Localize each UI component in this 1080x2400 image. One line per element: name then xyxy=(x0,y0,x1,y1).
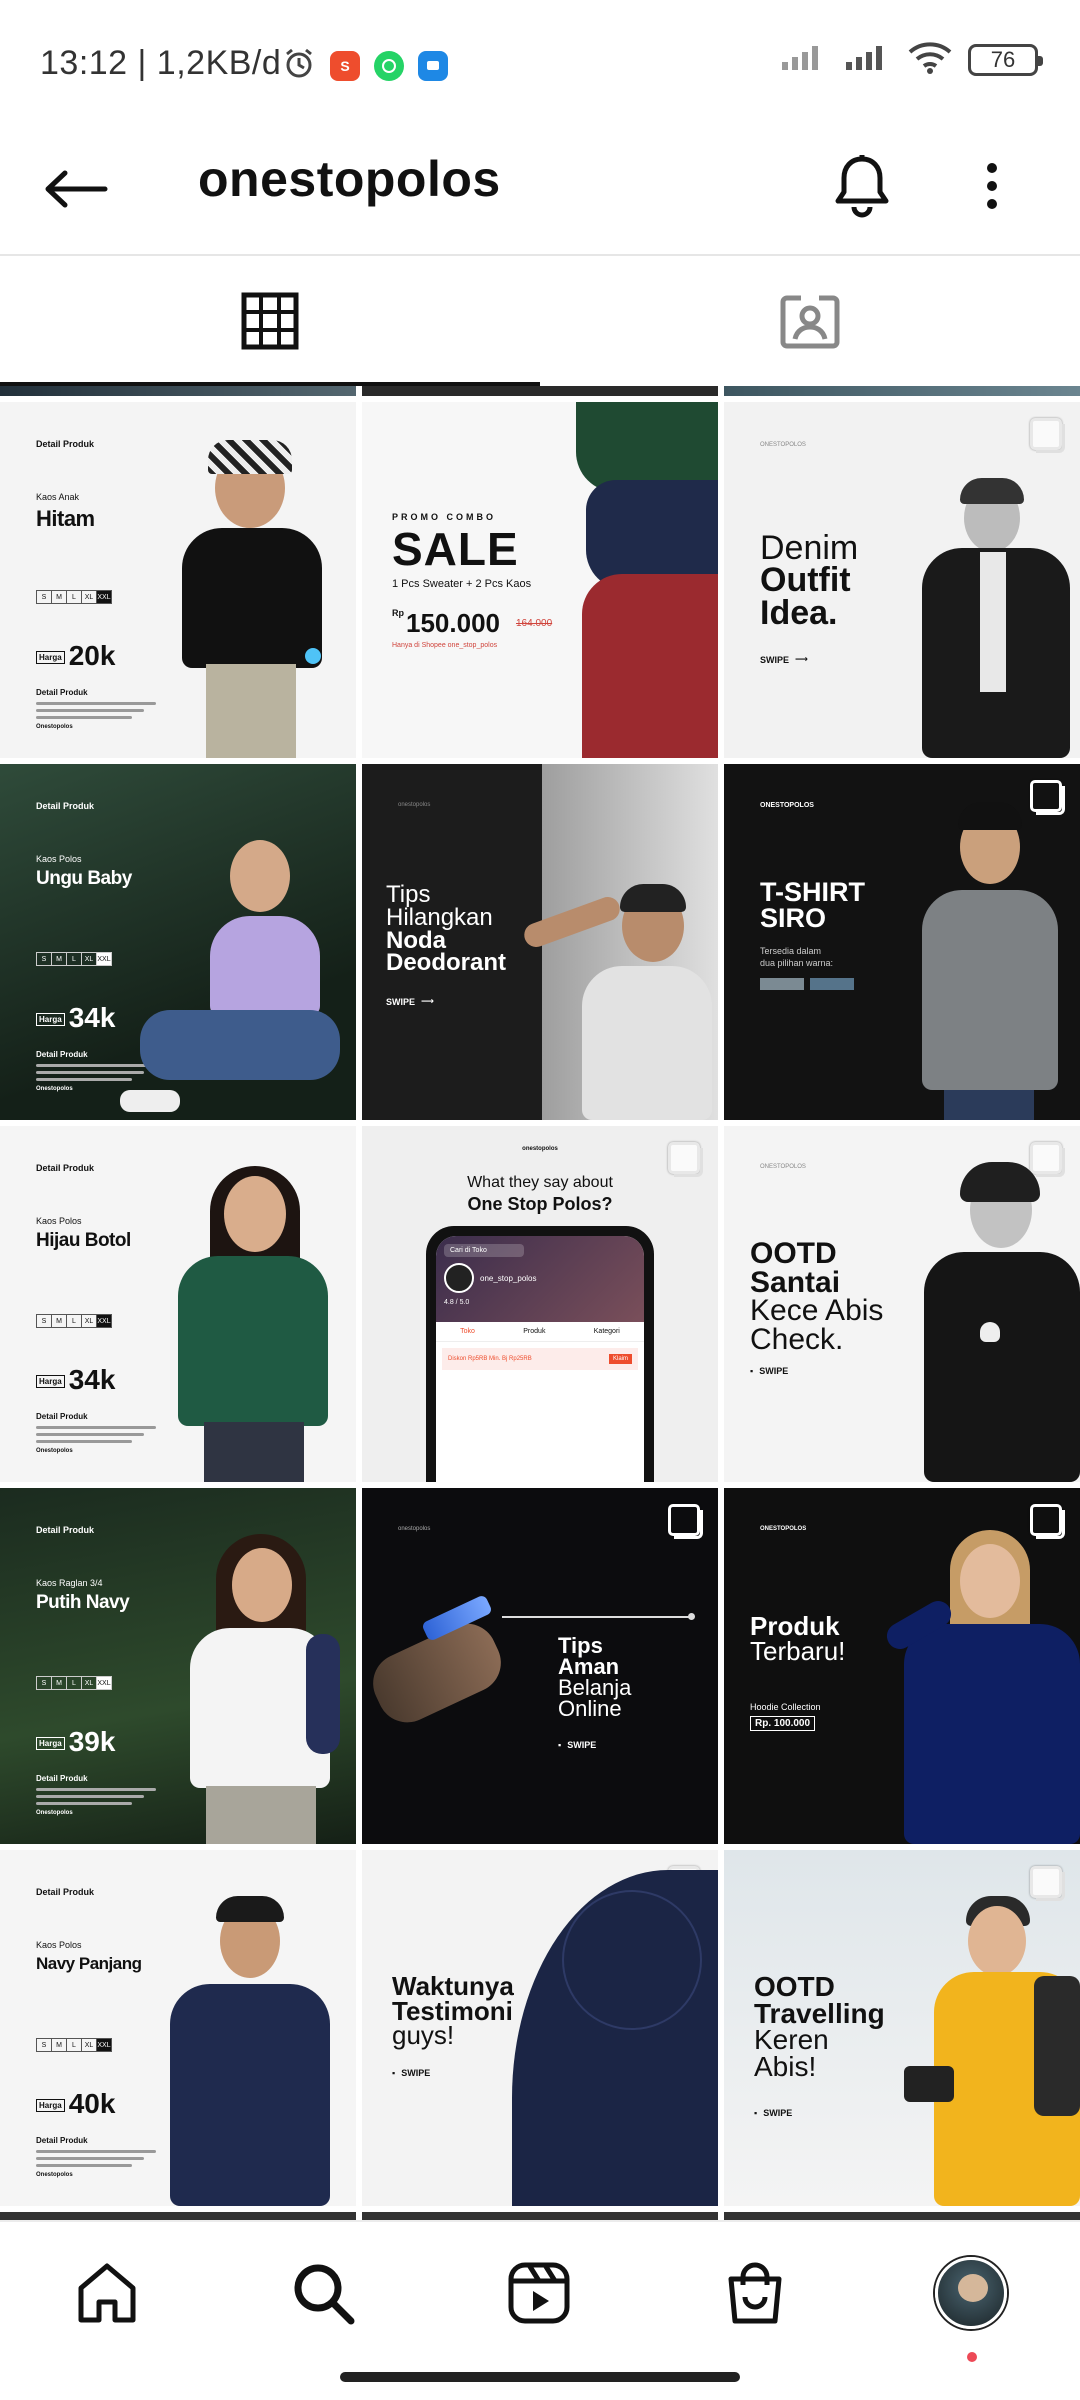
nav-search[interactable] xyxy=(278,2248,368,2338)
sweater-red xyxy=(582,574,718,758)
model-photo xyxy=(904,790,1074,1120)
sale-price: 150.000 xyxy=(406,608,500,638)
profile-tabs xyxy=(0,256,1080,386)
profile-username: onestopolos xyxy=(198,151,501,207)
reels-icon xyxy=(508,2262,570,2324)
post-ootd-travelling[interactable]: OOTD Travelling Keren Abis! ▪ SWIPE xyxy=(724,1850,1080,2206)
model-photo xyxy=(120,820,350,1120)
product-name: Hitam xyxy=(36,506,95,531)
model-photo xyxy=(904,1876,1080,2206)
shopee-icon: S xyxy=(330,50,360,81)
carousel-icon xyxy=(1030,418,1065,453)
nav-reels[interactable] xyxy=(494,2248,584,2338)
model-photo xyxy=(170,428,340,758)
home-indicator xyxy=(340,2372,740,2382)
signal-icon-2 xyxy=(844,42,892,77)
signal-icon xyxy=(780,42,828,77)
product-price: Harga 40k xyxy=(36,2088,115,2120)
color-swatch-blue xyxy=(810,978,854,990)
post-produk-terbaru[interactable]: ONESTOPOLOS Produk Terbaru! Hoodie Colle… xyxy=(724,1488,1080,1844)
alarm-icon xyxy=(282,46,316,85)
back-arrow-icon xyxy=(45,170,108,208)
whatsapp-icon xyxy=(374,50,404,81)
tab-grid[interactable] xyxy=(0,256,540,386)
notification-dot xyxy=(967,2352,977,2362)
profile-avatar xyxy=(935,2257,1007,2329)
status-time: 13:12 | 1,2KB/d xyxy=(40,44,282,82)
size-chart: S M L XL XXL xyxy=(36,952,112,966)
search-icon xyxy=(294,2264,355,2325)
product-name: Hijau Botol xyxy=(36,1230,131,1251)
status-system-icons: 76 xyxy=(780,40,1043,79)
more-options-button[interactable] xyxy=(962,146,1022,226)
back-button[interactable] xyxy=(36,154,116,224)
product-name: Ungu Baby xyxy=(36,868,132,889)
model-photo xyxy=(512,870,718,1120)
posts-grid: Detail Produk Kaos Anak Hitam S M L XL XXL H… xyxy=(0,386,1080,2222)
model-photo xyxy=(170,1152,340,1482)
grid-icon xyxy=(241,292,299,350)
post-tips-aman-belanja[interactable]: onestopolos Tips Aman Belanja Online ▪ SW… xyxy=(362,1488,718,1844)
messages-icon xyxy=(418,50,448,81)
post-tips-noda-deodorant[interactable]: onestopolos Tips Hilangkan Noda Deodoran… xyxy=(362,764,718,1120)
status-app-icons: S xyxy=(282,46,448,85)
more-vertical-icon xyxy=(987,163,997,209)
tab-tagged[interactable] xyxy=(540,256,1080,386)
nav-profile[interactable] xyxy=(926,2248,1016,2338)
post-hijau-botol[interactable]: Detail Produk Kaos Polos Hijau Botol SML… xyxy=(0,1126,356,1482)
post-putih-navy[interactable]: Detail Produk Kaos Raglan 3/4 Putih Navy… xyxy=(0,1488,356,1844)
model-photo xyxy=(910,1152,1080,1482)
model-photo xyxy=(914,478,1074,758)
product-name: Navy Panjang xyxy=(36,1954,142,1973)
carousel-icon xyxy=(668,1504,703,1539)
bell-icon xyxy=(835,155,889,218)
wifi-icon xyxy=(908,40,952,79)
model-photo xyxy=(160,1876,340,2206)
model-photo xyxy=(176,1524,346,1844)
product-name: Putih Navy xyxy=(36,1592,130,1613)
profile-header: onestopolos xyxy=(0,120,1080,256)
home-icon xyxy=(78,2263,136,2323)
product-price: Harga 39k xyxy=(36,1726,115,1758)
product-price: Harga 34k xyxy=(36,1364,115,1396)
notifications-button[interactable] xyxy=(822,146,902,226)
model-photo xyxy=(882,1524,1080,1844)
post-ootd-santai[interactable]: ONESTOPOLOS OOTD Santai Kece Abis Check.… xyxy=(724,1126,1080,1482)
nav-shop[interactable] xyxy=(710,2248,800,2338)
sweater-green xyxy=(576,402,718,492)
tagged-icon xyxy=(780,295,840,349)
previous-row-edge xyxy=(0,386,1080,396)
size-chart: S M L XL XXL xyxy=(36,1314,112,1328)
shop-icon xyxy=(728,2262,782,2324)
post-waktunya-testimoni[interactable]: Waktunya Testimoni guys! ▪ SWIPE xyxy=(362,1850,718,2206)
status-bar: 13:12 | 1,2KB/d S 76 xyxy=(0,0,1080,120)
post-promo-sale[interactable]: PROMO COMBO SALE 1 Pcs Sweater + 2 Pcs K… xyxy=(362,402,718,758)
size-chart: S M L XL XXL xyxy=(36,590,112,604)
post-navy-panjang[interactable]: Detail Produk Kaos Polos Navy Panjang SM… xyxy=(0,1850,356,2206)
post-ungu-baby[interactable]: Detail Produk Kaos Polos Ungu Baby S M L XL… xyxy=(0,764,356,1120)
color-swatch-grey xyxy=(760,978,804,990)
size-chart: S M L XL XXL xyxy=(36,1676,112,1690)
size-chart: S M L XL XXL xyxy=(36,2038,112,2052)
sale-title: SALE xyxy=(392,523,519,575)
battery-icon: 76 xyxy=(968,43,1043,76)
post-tshirt-siro[interactable]: ONESTOPOLOS T-SHIRT SIRO Tersedia dalam … xyxy=(724,764,1080,1120)
phone-mockup: Cari di Toko one_stop_polos 4.8 / 5.0 To… xyxy=(426,1226,654,1482)
post-kaos-anak-hitam[interactable]: Detail Produk Kaos Anak Hitam S M L XL XXL H… xyxy=(0,402,356,758)
post-testimonial-app[interactable]: onestopolos What they say about One Stop… xyxy=(362,1126,718,1482)
post-denim-outfit[interactable]: ONESTOPOLOS Denim Outfit Idea. SWIPE ⟶ xyxy=(724,402,1080,758)
nav-home[interactable] xyxy=(62,2248,152,2338)
product-price: Harga 20k xyxy=(36,640,115,672)
product-price: Harga 34k xyxy=(36,1002,115,1034)
svg-text:S: S xyxy=(340,58,349,74)
